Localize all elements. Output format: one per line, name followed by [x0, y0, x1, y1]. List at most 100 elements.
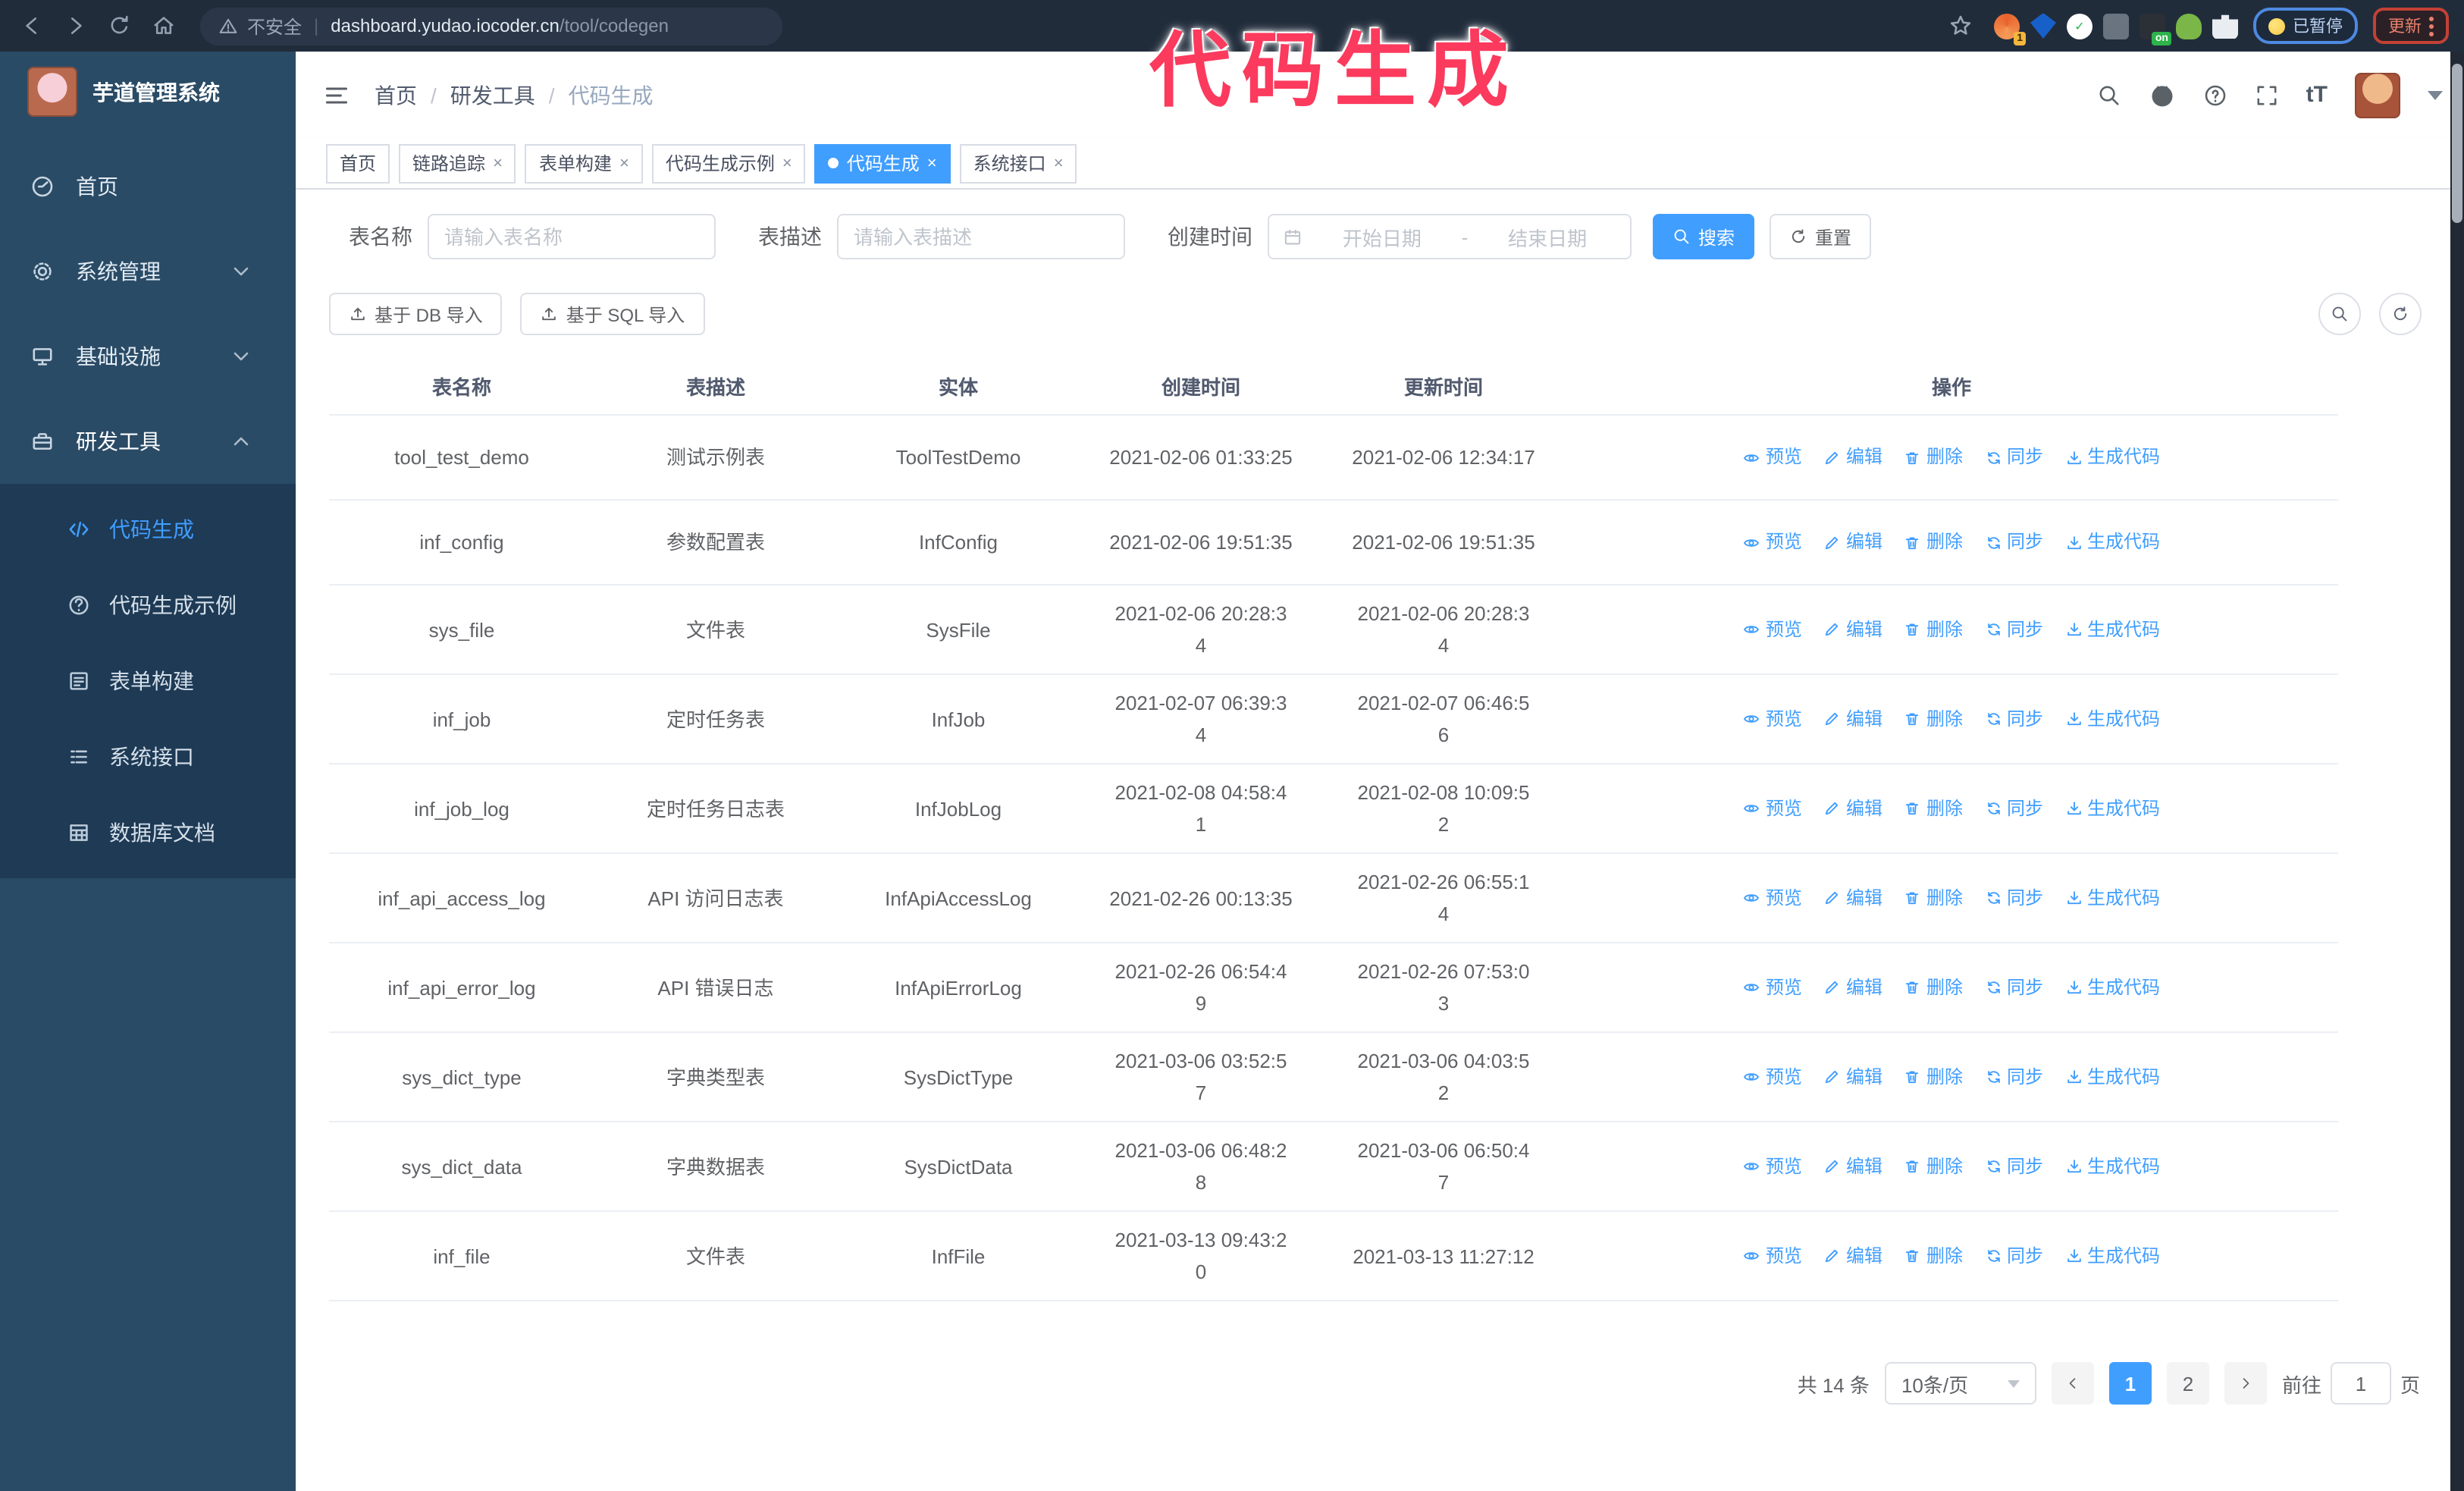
import-db-button[interactable]: 基于 DB 导入: [329, 293, 503, 335]
sidebar-subitem-4[interactable]: 数据库文档: [0, 795, 296, 871]
sidebar-item-system[interactable]: 系统管理: [0, 229, 296, 314]
preview-link[interactable]: 预览: [1743, 1061, 1802, 1093]
generate-code-link[interactable]: 生成代码: [2064, 972, 2160, 1003]
generate-code-link[interactable]: 生成代码: [2064, 882, 2160, 914]
tab-5[interactable]: 系统接口 ×: [959, 143, 1077, 183]
green-check-icon[interactable]: ✓: [2067, 13, 2093, 39]
refresh-table-button[interactable]: [2379, 293, 2422, 335]
paused-badge[interactable]: 已暂停: [2253, 8, 2358, 44]
next-page-button[interactable]: [2224, 1362, 2267, 1405]
delete-link[interactable]: 删除: [1904, 793, 1963, 824]
scrollbar-thumb[interactable]: [2452, 64, 2462, 223]
sync-link[interactable]: 同步: [1984, 1150, 2043, 1182]
help-icon[interactable]: [2203, 83, 2227, 107]
date-range-picker[interactable]: 开始日期 - 结束日期: [1268, 214, 1632, 259]
search-button[interactable]: 搜索: [1653, 214, 1755, 259]
preview-link[interactable]: 预览: [1743, 882, 1802, 914]
preview-link[interactable]: 预览: [1743, 441, 1802, 473]
update-button[interactable]: 更新: [2373, 8, 2449, 44]
breadcrumb-home[interactable]: 首页: [375, 80, 417, 110]
sync-link[interactable]: 同步: [1984, 793, 2043, 824]
preview-link[interactable]: 预览: [1743, 703, 1802, 735]
edit-link[interactable]: 编辑: [1823, 972, 1882, 1003]
kebab-menu-icon[interactable]: [2429, 16, 2434, 36]
close-icon[interactable]: ×: [1054, 145, 1064, 181]
orange-sync-icon[interactable]: 1: [1994, 13, 2026, 45]
tab-1[interactable]: 链路追踪 ×: [399, 143, 516, 183]
page-size-select[interactable]: 10条/页: [1884, 1362, 2036, 1405]
sync-link[interactable]: 同步: [1984, 1061, 2043, 1093]
switch-on-icon[interactable]: on: [2140, 13, 2171, 45]
back-icon[interactable]: [20, 14, 44, 38]
grid-tabs-icon[interactable]: [2103, 13, 2129, 39]
delete-link[interactable]: 删除: [1904, 972, 1963, 1003]
blue-gem-icon[interactable]: [2030, 13, 2056, 39]
delete-link[interactable]: 删除: [1904, 1150, 1963, 1182]
import-sql-button[interactable]: 基于 SQL 导入: [520, 293, 705, 335]
forward-icon[interactable]: [64, 14, 88, 38]
page-button-1[interactable]: 1: [2108, 1362, 2152, 1405]
edit-link[interactable]: 编辑: [1823, 614, 1882, 645]
sync-link[interactable]: 同步: [1984, 972, 2043, 1003]
avatar[interactable]: [2355, 72, 2400, 118]
sidebar-item-dev-tools[interactable]: 研发工具: [0, 399, 296, 484]
edit-link[interactable]: 编辑: [1823, 703, 1882, 735]
start-date-placeholder[interactable]: 开始日期: [1313, 222, 1451, 251]
generate-code-link[interactable]: 生成代码: [2064, 441, 2160, 473]
delete-link[interactable]: 删除: [1904, 1240, 1963, 1272]
home-icon[interactable]: [152, 14, 176, 38]
sidebar-item-infra[interactable]: 基础设施: [0, 314, 296, 399]
generate-code-link[interactable]: 生成代码: [2064, 1150, 2160, 1182]
delete-link[interactable]: 删除: [1904, 614, 1963, 645]
chevron-down-icon[interactable]: [2428, 90, 2443, 99]
close-icon[interactable]: ×: [782, 145, 792, 181]
reload-icon[interactable]: [108, 14, 132, 38]
sync-link[interactable]: 同步: [1984, 441, 2043, 473]
github-icon[interactable]: [2149, 81, 2176, 108]
close-icon[interactable]: ×: [619, 145, 629, 181]
preview-link[interactable]: 预览: [1743, 1150, 1802, 1182]
tab-2[interactable]: 表单构建 ×: [525, 143, 643, 183]
close-icon[interactable]: ×: [493, 145, 503, 181]
preview-link[interactable]: 预览: [1743, 793, 1802, 824]
edit-link[interactable]: 编辑: [1823, 1061, 1882, 1093]
generate-code-link[interactable]: 生成代码: [2064, 614, 2160, 645]
edit-link[interactable]: 编辑: [1823, 793, 1882, 824]
browser-scrollbar[interactable]: [2450, 52, 2464, 1491]
sync-link[interactable]: 同步: [1984, 526, 2043, 558]
app-logo[interactable]: 芋道管理系统: [0, 52, 296, 129]
delete-link[interactable]: 删除: [1904, 441, 1963, 473]
tab-4[interactable]: 代码生成 ×: [814, 143, 951, 183]
breadcrumb-dev-tools[interactable]: 研发工具: [450, 80, 535, 110]
font-size-icon[interactable]: tT: [2306, 82, 2328, 108]
preview-link[interactable]: 预览: [1743, 526, 1802, 558]
generate-code-link[interactable]: 生成代码: [2064, 526, 2160, 558]
preview-link[interactable]: 预览: [1743, 972, 1802, 1003]
end-date-placeholder[interactable]: 结束日期: [1478, 222, 1616, 251]
bookmark-star-icon[interactable]: [1948, 14, 1973, 38]
sidebar-subitem-1[interactable]: 代码生成示例: [0, 567, 296, 643]
goto-page-input[interactable]: [2330, 1362, 2391, 1405]
generate-code-link[interactable]: 生成代码: [2064, 1240, 2160, 1272]
tab-0[interactable]: 首页: [326, 143, 390, 183]
generate-code-link[interactable]: 生成代码: [2064, 703, 2160, 735]
hamburger-icon[interactable]: [323, 81, 350, 108]
close-icon[interactable]: ×: [927, 145, 937, 181]
sync-link[interactable]: 同步: [1984, 1240, 2043, 1272]
page-button-2[interactable]: 2: [2166, 1362, 2209, 1405]
puzzle-icon[interactable]: [2212, 14, 2238, 39]
reset-button[interactable]: 重置: [1770, 214, 1872, 259]
edit-link[interactable]: 编辑: [1823, 441, 1882, 473]
sidebar-item-home[interactable]: 首页: [0, 144, 296, 229]
table-name-input[interactable]: [428, 214, 716, 259]
edit-link[interactable]: 编辑: [1823, 882, 1882, 914]
search-icon[interactable]: [2097, 83, 2121, 107]
address-bar[interactable]: 不安全 | dashboard.yudao.iocoder.cn/tool/co…: [200, 7, 782, 45]
green-bot-icon[interactable]: [2176, 13, 2202, 39]
edit-link[interactable]: 编辑: [1823, 1150, 1882, 1182]
sidebar-subitem-3[interactable]: 系统接口: [0, 719, 296, 795]
preview-link[interactable]: 预览: [1743, 1240, 1802, 1272]
delete-link[interactable]: 删除: [1904, 1061, 1963, 1093]
prev-page-button[interactable]: [2051, 1362, 2094, 1405]
tab-3[interactable]: 代码生成示例 ×: [651, 143, 806, 183]
